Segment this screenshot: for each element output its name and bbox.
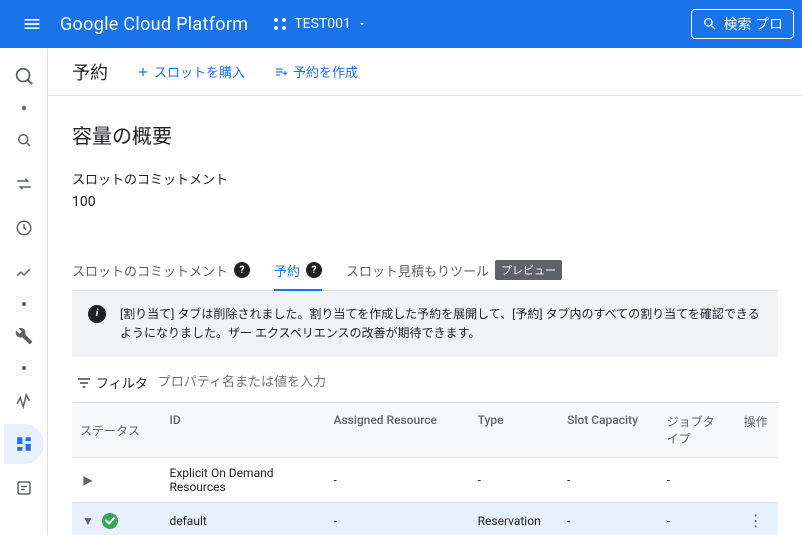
th-slot: Slot Capacity	[559, 403, 658, 457]
overview-title: 容量の概要	[72, 120, 778, 149]
chevron-down-icon	[357, 19, 367, 29]
project-icon	[272, 16, 288, 32]
preview-badge: プレビュー	[495, 260, 562, 280]
tab-estimator[interactable]: スロット見積もりツール プレビュー	[346, 250, 562, 290]
info-banner: i [割り当て] タブは削除されました。割り当てを作成した予約を展開して、[予約…	[72, 291, 778, 357]
search-box[interactable]: 検索 プロ	[691, 9, 794, 39]
buy-slots-button[interactable]: スロットを購入	[136, 62, 245, 81]
nav-biengine[interactable]	[4, 468, 44, 508]
cell-id: Explicit On Demand Resources	[162, 458, 326, 502]
collapse-arrow-icon[interactable]: ▼	[80, 513, 96, 529]
commitment-value: 100	[72, 194, 778, 210]
nav-analytics[interactable]	[4, 252, 44, 292]
cell-job: -	[659, 465, 734, 495]
th-type: Type	[470, 403, 560, 457]
nav-reservations[interactable]	[4, 424, 44, 464]
nav-separator	[22, 366, 26, 370]
nav-bigquery[interactable]	[4, 56, 44, 96]
nav-separator	[22, 302, 26, 306]
project-name: TEST001	[294, 16, 351, 32]
cell-ops	[733, 472, 778, 488]
table-row[interactable]: ▼default-Reservation--⋮	[72, 503, 778, 535]
more-actions-button[interactable]: ⋮	[748, 511, 764, 530]
tab-commitments[interactable]: スロットのコミットメント ?	[72, 251, 250, 290]
left-nav	[0, 48, 48, 535]
plus-icon	[136, 65, 150, 79]
th-status: ステータス	[72, 403, 162, 457]
info-text: [割り当て] タブは削除されました。割り当てを作成した予約を展開して、[予約] …	[120, 305, 762, 343]
help-icon[interactable]: ?	[306, 262, 322, 278]
cell-resource: -	[326, 465, 470, 495]
hamburger-menu[interactable]	[8, 14, 56, 34]
cell-type: Reservation	[470, 506, 560, 535]
cell-type: -	[470, 465, 560, 495]
search-icon	[702, 16, 718, 32]
expand-arrow-icon[interactable]: ▶	[80, 472, 96, 488]
create-icon	[273, 65, 289, 79]
brand-label: Google Cloud Platform	[60, 14, 248, 35]
nav-sql[interactable]	[4, 120, 44, 160]
th-job: ジョブタイプ	[659, 403, 734, 457]
project-selector[interactable]: TEST001	[264, 12, 375, 36]
nav-separator	[22, 106, 26, 110]
cell-id: default	[162, 506, 326, 535]
page-title: 予約	[72, 59, 108, 85]
create-reservation-button[interactable]: 予約を作成	[273, 62, 358, 81]
nav-settings[interactable]	[4, 316, 44, 356]
info-icon: i	[88, 305, 106, 323]
cell-status: ▼	[72, 505, 162, 535]
cell-resource: -	[326, 506, 470, 535]
nav-transfer[interactable]	[4, 164, 44, 204]
cell-status: ▶	[72, 464, 162, 496]
filter-icon	[76, 375, 92, 391]
cell-slot: -	[559, 506, 658, 535]
cell-ops: ⋮	[733, 503, 778, 535]
search-label: 検索 プロ	[724, 14, 783, 34]
cell-slot: -	[559, 465, 658, 495]
tab-reservations[interactable]: 予約 ?	[274, 251, 322, 290]
commitment-label: スロットのコミットメント	[72, 169, 778, 188]
th-ops: 操作	[733, 403, 778, 457]
status-ok-icon	[102, 513, 118, 529]
filter-input[interactable]	[158, 375, 778, 390]
nav-scheduled[interactable]	[4, 208, 44, 248]
th-resource: Assigned Resource	[326, 403, 470, 457]
cell-job: -	[659, 506, 734, 535]
th-id: ID	[162, 403, 326, 457]
help-icon[interactable]: ?	[234, 262, 250, 278]
filter-label: フィルタ	[76, 373, 148, 392]
table-row[interactable]: ▶Explicit On Demand Resources----	[72, 458, 778, 503]
nav-monitoring[interactable]	[4, 380, 44, 420]
reservations-table: ステータス ID Assigned Resource Type Slot Cap…	[72, 402, 778, 535]
